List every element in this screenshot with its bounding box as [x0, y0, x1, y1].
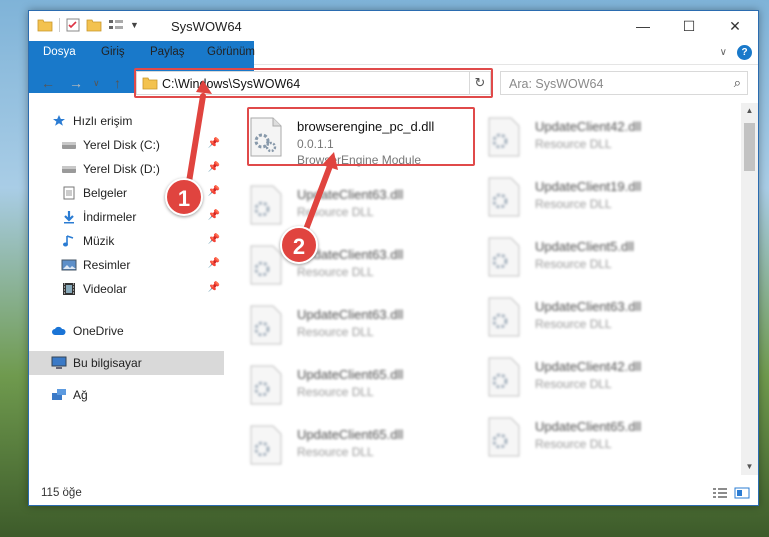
arrow-1	[185, 93, 206, 191]
arrow-2-head	[322, 152, 338, 170]
callout-2: 2	[280, 226, 318, 264]
callout-1: 1	[165, 178, 203, 216]
arrow-1-head	[196, 80, 212, 94]
annotation-arrows	[185, 80, 338, 243]
